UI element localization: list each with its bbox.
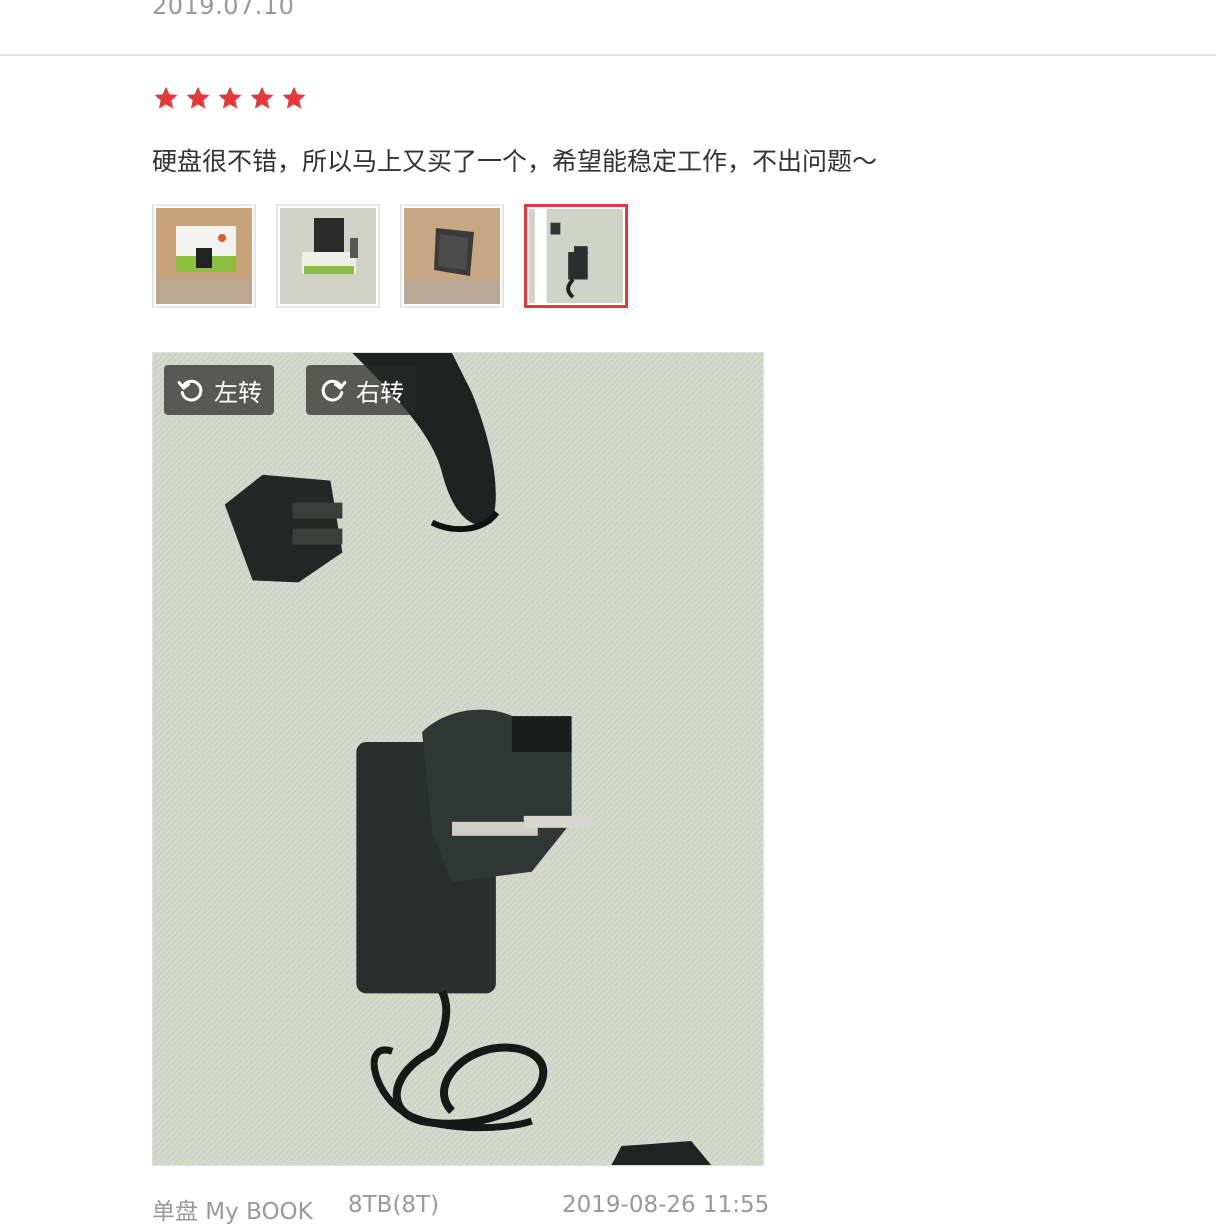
- review-divider: [0, 54, 1216, 56]
- star-icon: [218, 86, 242, 109]
- star-icon: [186, 86, 210, 109]
- review-text: 硬盘很不错，所以马上又买了一个，希望能稳定工作，不出问题～: [152, 147, 878, 176]
- thumbnail-2[interactable]: [276, 204, 380, 308]
- thumbnail-image: [529, 209, 623, 303]
- review-photo: [153, 353, 763, 1165]
- thumbnail-3[interactable]: [400, 204, 504, 308]
- image-viewer[interactable]: 左转 右转: [152, 352, 764, 1166]
- rotate-left-icon: [177, 379, 203, 402]
- thumbnail-1[interactable]: [152, 204, 256, 308]
- star-icon: [250, 86, 274, 109]
- rotate-left-button[interactable]: 左转: [164, 365, 274, 415]
- thumbnail-image: [404, 208, 500, 304]
- thumbnail-4-selected[interactable]: [524, 204, 628, 308]
- rotate-right-icon: [321, 379, 347, 402]
- thumbnail-image: [156, 208, 252, 304]
- rotate-right-label: 右转: [356, 378, 404, 407]
- rotate-left-label: 左转: [214, 378, 262, 407]
- product-variant-size: 8TB(8T): [348, 1192, 440, 1218]
- thumbnail-strip: [152, 204, 628, 308]
- product-variant-model: 单盘 My BOOK: [152, 1199, 313, 1224]
- previous-review-date: 2019.07.10: [152, 0, 295, 20]
- star-icon: [154, 86, 178, 109]
- rotate-right-button[interactable]: 右转: [306, 365, 416, 415]
- thumbnail-image: [280, 208, 376, 304]
- star-rating: [152, 85, 308, 113]
- review-datetime: 2019-08-26 11:55: [562, 1192, 770, 1218]
- star-icon: [282, 86, 306, 109]
